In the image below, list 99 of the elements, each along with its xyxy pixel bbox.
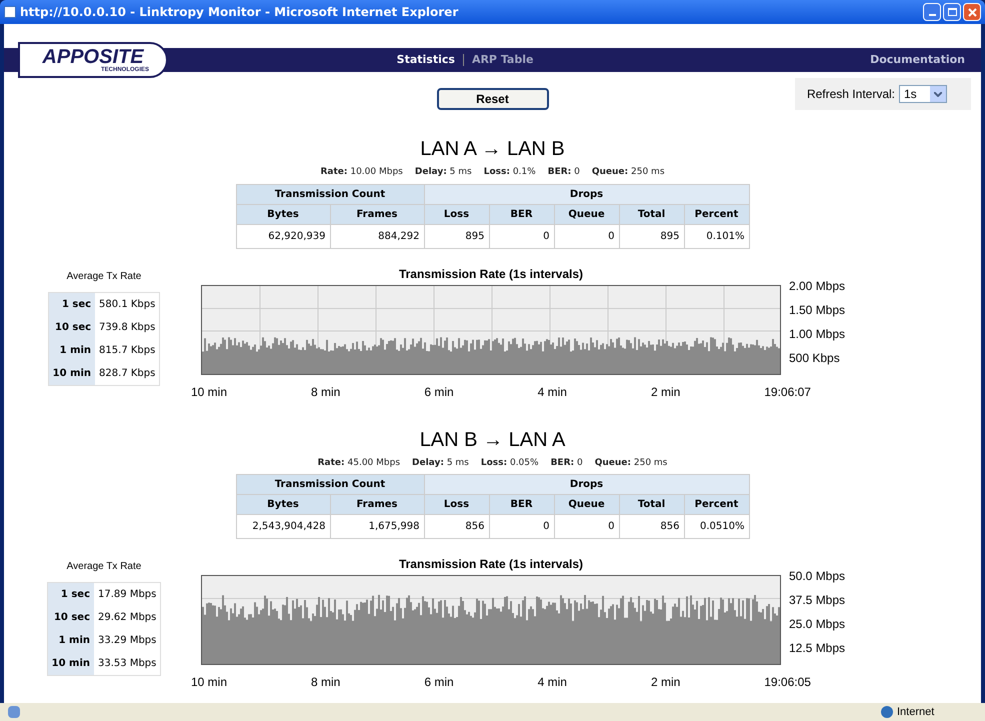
axis-label: 2.00 Mbps (789, 278, 846, 294)
column-header: Bytes (236, 204, 330, 224)
column-header: Percent (684, 494, 749, 514)
axis-label: 4 min (538, 384, 567, 400)
table-cell: 884,292 (330, 224, 424, 248)
nav-link[interactable]: ARP Table (472, 52, 534, 68)
interval-label: 1 sec (47, 582, 94, 606)
table-cell: 0 (489, 224, 554, 248)
axis-label: 500 Kbps (789, 350, 841, 366)
reset-button[interactable]: Reset (436, 88, 548, 110)
window-title: http://10.0.0.10 - Linktropy Monitor - Microsoft Internet Explorer (20, 4, 460, 21)
average-value: 29.62 Mbps (94, 606, 161, 629)
axis-label: 6 min (424, 384, 454, 400)
table-cell: 856 (424, 514, 489, 538)
table-cell: 0.101% (684, 224, 749, 248)
close-icon (968, 8, 976, 16)
table-cell: 0 (554, 514, 619, 538)
axis-label: 12.5 Mbps (789, 640, 846, 657)
table-cell: 0 (554, 224, 619, 248)
average-value: 33.53 Mbps (94, 652, 161, 676)
documentation-link[interactable]: Documentation (870, 52, 965, 68)
column-header: Frames (330, 204, 424, 224)
minimize-button[interactable] (923, 3, 941, 21)
table-cell: 0 (489, 514, 554, 538)
globe-icon (881, 706, 893, 718)
axis-label: 19:06:07 (764, 384, 811, 400)
interval-label: 10 sec (47, 606, 94, 629)
axis-label: 1.00 Mbps (789, 326, 846, 342)
column-header: Bytes (236, 494, 330, 514)
axis-label: 19:06:05 (764, 674, 811, 691)
table-cell: 0.0510% (684, 514, 749, 538)
parameter-text: Delay: 5 ms (412, 456, 469, 470)
column-header: BER (489, 204, 554, 224)
interval-label: 1 sec (48, 292, 96, 316)
section-title: LAN B → LAN A (420, 428, 566, 452)
table-cell: 2,543,904,428 (236, 514, 330, 538)
axis-label: 8 min (311, 674, 340, 691)
parameter-text: BER: 0 (548, 166, 580, 179)
column-header: Total (619, 204, 684, 224)
average-title: Average Tx Rate (66, 270, 142, 284)
table-cell: 895 (619, 224, 684, 248)
column-header: Total (619, 494, 684, 514)
average-value: 17.89 Mbps (94, 582, 161, 606)
close-button[interactable] (963, 3, 981, 21)
interval-label: 10 sec (48, 316, 96, 338)
column-header: Queue (554, 204, 619, 224)
column-header: Loss (424, 204, 489, 224)
interval-label: 1 min (47, 629, 94, 652)
average-value: 815.7 Kbps (95, 338, 160, 362)
axis-label: 2 min (650, 674, 680, 691)
axis-label: 8 min (311, 384, 340, 400)
parameter-text: Rate: 45.00 Mbps (318, 456, 400, 470)
column-header: Loss (424, 494, 489, 514)
parameter-text: Loss: 0.05% (480, 456, 539, 470)
average-value: 739.8 Kbps (95, 316, 160, 338)
table-cell: 856 (619, 514, 684, 538)
group-header: Transmission Count (236, 184, 424, 204)
parameter-text: BER: 0 (550, 456, 583, 470)
refresh-label: Refresh Interval: (806, 86, 895, 103)
page-icon (4, 6, 16, 18)
axis-label: 10 min (191, 384, 228, 400)
zone-text: Internet (897, 704, 936, 720)
axis-label: 50.0 Mbps (789, 568, 846, 585)
maximize-button[interactable] (943, 3, 961, 21)
interval-label: 10 min (47, 652, 94, 676)
refresh-select[interactable]: 1s (899, 85, 947, 103)
axis-label: 10 min (191, 674, 228, 691)
interval-label: 10 min (48, 362, 96, 385)
table-cell: 62,920,939 (236, 224, 330, 248)
average-value: 580.1 Kbps (95, 292, 160, 316)
chart-title: Transmission Rate (1s intervals) (398, 556, 584, 573)
table-cell: 895 (424, 224, 489, 248)
nav-link[interactable]: Statistics (396, 52, 455, 68)
section-title: LAN A → LAN B (420, 137, 565, 162)
average-value: 828.7 Kbps (95, 362, 160, 385)
group-header: Transmission Count (236, 474, 424, 494)
axis-label: 6 min (424, 674, 454, 691)
column-header: BER (489, 494, 554, 514)
group-header: Drops (424, 474, 749, 494)
axis-label: 1.50 Mbps (789, 302, 846, 318)
parameter-text: Queue: 250 ms (594, 456, 668, 470)
parameter-text: Rate: 10.00 Mbps (320, 166, 403, 179)
column-header: Queue (554, 494, 619, 514)
axis-label: 37.5 Mbps (789, 592, 846, 609)
axis-label: 4 min (538, 674, 567, 691)
table-cell: 1,675,998 (330, 514, 424, 538)
column-header: Percent (684, 204, 749, 224)
parameter-text: Loss: 0.1% (484, 166, 536, 179)
group-header: Drops (424, 184, 749, 204)
interval-label: 1 min (48, 338, 96, 362)
axis-label: 25.0 Mbps (789, 616, 846, 633)
parameter-text: Delay: 5 ms (414, 166, 472, 179)
chart-title: Transmission Rate (1s intervals) (398, 266, 584, 282)
page-icon (8, 706, 20, 718)
axis-label: 2 min (650, 384, 680, 400)
average-title: Average Tx Rate (66, 560, 142, 574)
parameter-text: Queue: 250 ms (592, 166, 665, 179)
average-value: 33.29 Mbps (94, 629, 161, 652)
column-header: Frames (330, 494, 424, 514)
